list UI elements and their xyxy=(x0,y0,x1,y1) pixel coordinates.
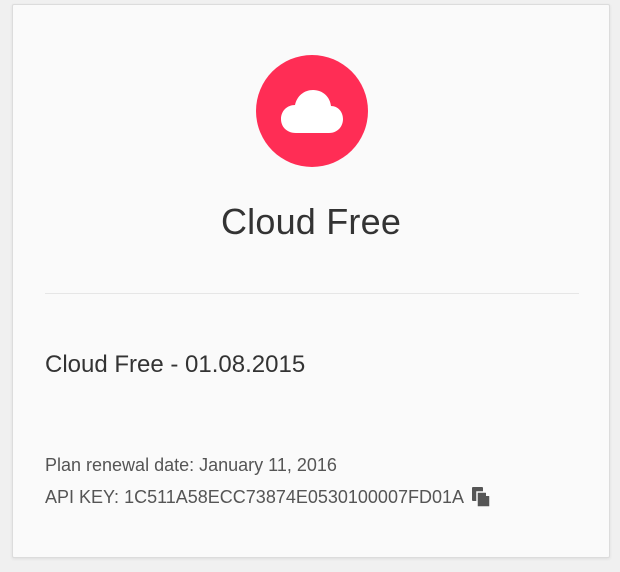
renewal-label: Plan renewal date: xyxy=(45,455,195,475)
renewal-date: January 11, 2016 xyxy=(199,455,337,475)
cloud-icon xyxy=(281,90,343,133)
plan-icon-circle xyxy=(256,55,368,167)
api-key-value: 1C511A58ECC73874E0530100007FD01A xyxy=(124,486,464,507)
divider xyxy=(45,293,579,294)
subscription-name: Cloud Free - 01.08.2015 xyxy=(45,351,306,378)
copy-icon[interactable] xyxy=(470,486,492,508)
plan-card: Cloud Free Cloud Free - 01.08.2015 Plan … xyxy=(12,4,610,558)
renewal-date-line: Plan renewal date: January 11, 2016 xyxy=(45,455,337,476)
plan-title: Cloud Free xyxy=(220,201,402,242)
page: Cloud Free Cloud Free - 01.08.2015 Plan … xyxy=(0,0,620,572)
api-key-line: API KEY: 1C511A58ECC73874E0530100007FD01… xyxy=(45,486,492,508)
api-key-label: API KEY: xyxy=(45,486,120,507)
